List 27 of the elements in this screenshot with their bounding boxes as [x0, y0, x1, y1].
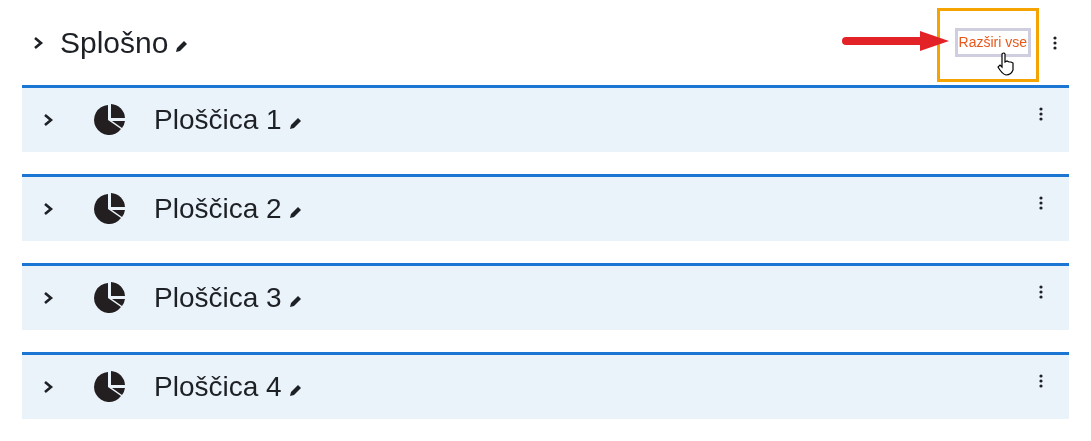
more-options-icon[interactable]	[1053, 35, 1057, 50]
tile-title: Ploščica 1	[154, 103, 282, 137]
hand-cursor-icon	[996, 52, 1016, 76]
more-options-icon[interactable]	[1039, 196, 1043, 210]
chevron-icon[interactable]	[32, 35, 44, 50]
chevron-icon[interactable]	[42, 202, 54, 216]
section-title: Splošno	[60, 25, 169, 61]
pencil-icon[interactable]	[287, 117, 302, 131]
tile-title: Ploščica 4	[154, 370, 282, 404]
chevron-icon[interactable]	[42, 291, 54, 305]
pencil-icon[interactable]	[174, 39, 189, 54]
more-options-icon[interactable]	[1039, 285, 1043, 299]
more-options-icon[interactable]	[1039, 107, 1043, 121]
pie-chart-icon	[92, 191, 128, 227]
more-options-icon[interactable]	[1039, 374, 1043, 388]
tile-title: Ploščica 3	[154, 281, 282, 315]
pencil-icon[interactable]	[287, 295, 302, 309]
tile-title: Ploščica 2	[154, 192, 282, 226]
arrow-icon	[842, 30, 950, 52]
pie-chart-icon	[92, 102, 128, 138]
pie-chart-icon	[92, 369, 128, 405]
pencil-icon[interactable]	[287, 206, 302, 220]
chevron-icon[interactable]	[42, 113, 54, 127]
pencil-icon[interactable]	[287, 384, 302, 398]
pie-chart-icon	[92, 280, 128, 316]
chevron-icon[interactable]	[42, 380, 54, 394]
expand-all-link[interactable]: Razširi vse	[954, 28, 1031, 57]
